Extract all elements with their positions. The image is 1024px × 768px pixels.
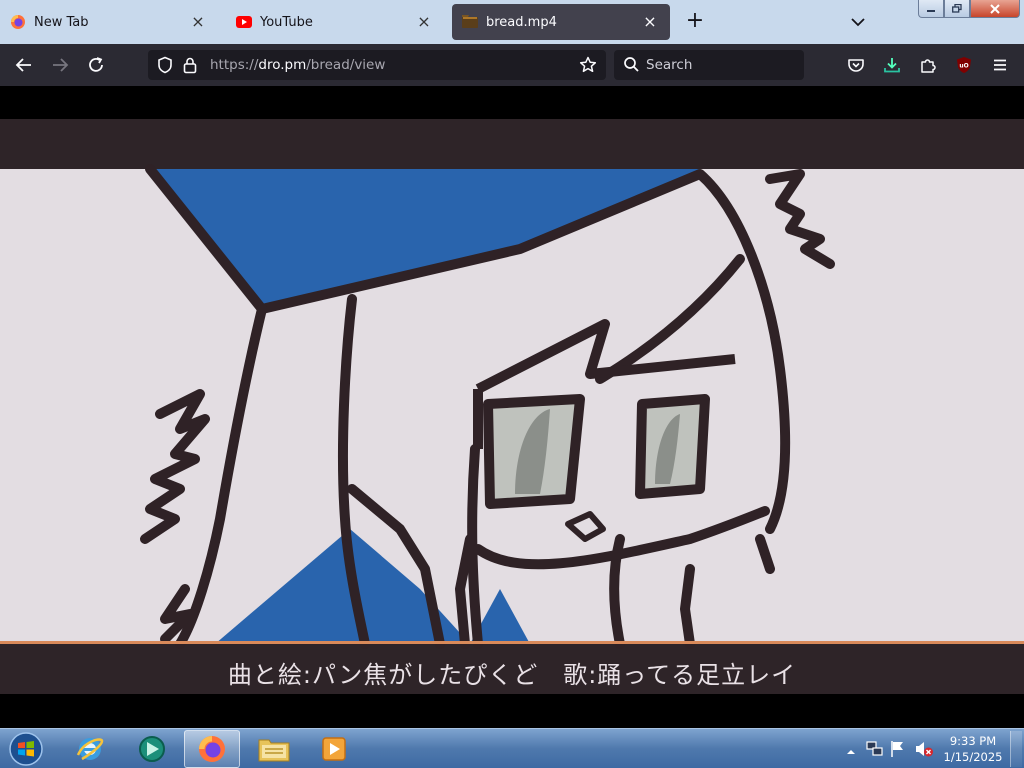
tab-label: bread.mp4	[486, 14, 557, 30]
video-player[interactable]: 曲と絵:パン焦がしたぴくど 歌:踊ってる足立レイ	[0, 86, 1024, 728]
close-tab-icon[interactable]: ×	[640, 12, 660, 32]
video-frame: 曲と絵:パン焦がしたぴくど 歌:踊ってる足立レイ	[0, 119, 1024, 694]
search-placeholder: Search	[646, 57, 693, 73]
show-hidden-icons-arrow-icon[interactable]	[846, 742, 856, 761]
url-text[interactable]: https://dro.pm/bread/view	[210, 57, 385, 73]
url-scheme: https://	[210, 57, 259, 73]
close-tab-icon[interactable]: ×	[188, 12, 208, 32]
file-explorer-icon[interactable]	[246, 730, 302, 768]
start-button[interactable]	[6, 730, 46, 768]
tab-label: New Tab	[34, 14, 89, 30]
show-desktop-button[interactable]	[1010, 731, 1022, 767]
tab-bread-mp4[interactable]: bread.mp4 ×	[452, 4, 670, 40]
network-icon[interactable]	[866, 740, 884, 762]
url-path: /bread/view	[306, 57, 386, 73]
anime-character-illustration	[0, 164, 1024, 649]
tab-bar: New Tab × YouTube × bread.mp4 × +	[0, 0, 1024, 44]
windows-taskbar: 9:33 PM 1/15/2025	[0, 728, 1024, 768]
search-bar[interactable]: Search	[614, 50, 804, 80]
tab-new-tab[interactable]: New Tab ×	[0, 4, 218, 40]
list-all-tabs-icon[interactable]	[848, 10, 868, 34]
clock-time: 9:33 PM	[949, 734, 997, 748]
taskbar-clock[interactable]: 9:33 PM 1/15/2025	[938, 733, 1008, 765]
forward-button[interactable]	[48, 53, 72, 77]
action-center-flag-icon[interactable]	[890, 740, 906, 762]
internet-explorer-icon[interactable]	[62, 730, 118, 768]
ublock-origin-icon[interactable]: uO	[952, 53, 976, 77]
video-file-icon	[462, 14, 478, 30]
extensions-icon[interactable]	[916, 53, 940, 77]
address-bar[interactable]: https://dro.pm/bread/view	[148, 50, 606, 80]
media-app-icon[interactable]	[124, 730, 180, 768]
window-controls	[918, 0, 1020, 18]
minimize-button[interactable]	[918, 0, 944, 18]
firefox-icon	[10, 14, 26, 30]
navigation-toolbar: https://dro.pm/bread/view Search uO	[0, 44, 1024, 86]
media-player-icon[interactable]	[306, 730, 362, 768]
url-host: dro.pm	[258, 57, 307, 73]
tracking-protection-shield-icon[interactable]	[156, 56, 174, 78]
tab-youtube[interactable]: YouTube ×	[226, 4, 444, 40]
lock-icon[interactable]	[182, 56, 198, 78]
volume-muted-icon[interactable]	[914, 740, 934, 762]
back-button[interactable]	[12, 53, 36, 77]
pocket-icon[interactable]	[844, 53, 868, 77]
svg-text:uO: uO	[959, 63, 968, 70]
search-icon	[623, 56, 640, 77]
clock-date: 1/15/2025	[943, 750, 1003, 764]
firefox-taskbar-icon[interactable]	[184, 730, 240, 768]
close-window-button[interactable]	[970, 0, 1020, 18]
tab-label: YouTube	[260, 14, 313, 30]
youtube-icon	[236, 14, 252, 30]
restore-button[interactable]	[944, 0, 970, 18]
reload-button[interactable]	[84, 53, 108, 77]
downloads-icon[interactable]	[880, 53, 904, 77]
new-tab-button[interactable]: +	[683, 10, 707, 34]
bookmark-star-icon[interactable]	[579, 56, 597, 78]
video-subtitle: 曲と絵:パン焦がしたぴくど 歌:踊ってる足立レイ	[227, 661, 797, 689]
app-menu-hamburger-icon[interactable]	[988, 53, 1012, 77]
close-tab-icon[interactable]: ×	[414, 12, 434, 32]
